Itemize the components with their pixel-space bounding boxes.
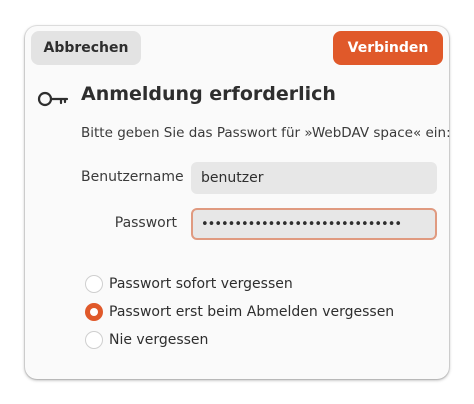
radio-button[interactable] (85, 331, 103, 349)
dialog-message: Bitte geben Sie das Passwort für »WebDAV… (81, 125, 451, 141)
radio-forget-on-logout[interactable]: Passwort erst beim Abmelden vergessen (85, 301, 394, 323)
connect-button[interactable]: Verbinden (333, 31, 443, 65)
radio-label: Passwort erst beim Abmelden vergessen (109, 304, 395, 320)
cancel-button[interactable]: Abbrechen (31, 31, 141, 65)
radio-never-forget[interactable]: Nie vergessen (85, 329, 208, 351)
radio-label: Nie vergessen (109, 332, 209, 348)
key-icon (37, 91, 69, 107)
username-field[interactable]: benutzer (191, 162, 437, 194)
radio-button[interactable] (85, 303, 103, 321)
dialog-title: Anmeldung erforderlich (81, 83, 336, 105)
password-field[interactable]: •••••••••••••••••••••••••••••• (191, 208, 437, 240)
radio-forget-immediately[interactable]: Passwort sofort vergessen (85, 273, 293, 295)
password-label: Passwort (114, 215, 177, 231)
radio-button[interactable] (85, 275, 103, 293)
radio-label: Passwort sofort vergessen (109, 276, 293, 292)
username-label: Benutzername (81, 169, 184, 185)
auth-dialog: Abbrechen Verbinden Anmeldung erforderli… (25, 26, 451, 379)
